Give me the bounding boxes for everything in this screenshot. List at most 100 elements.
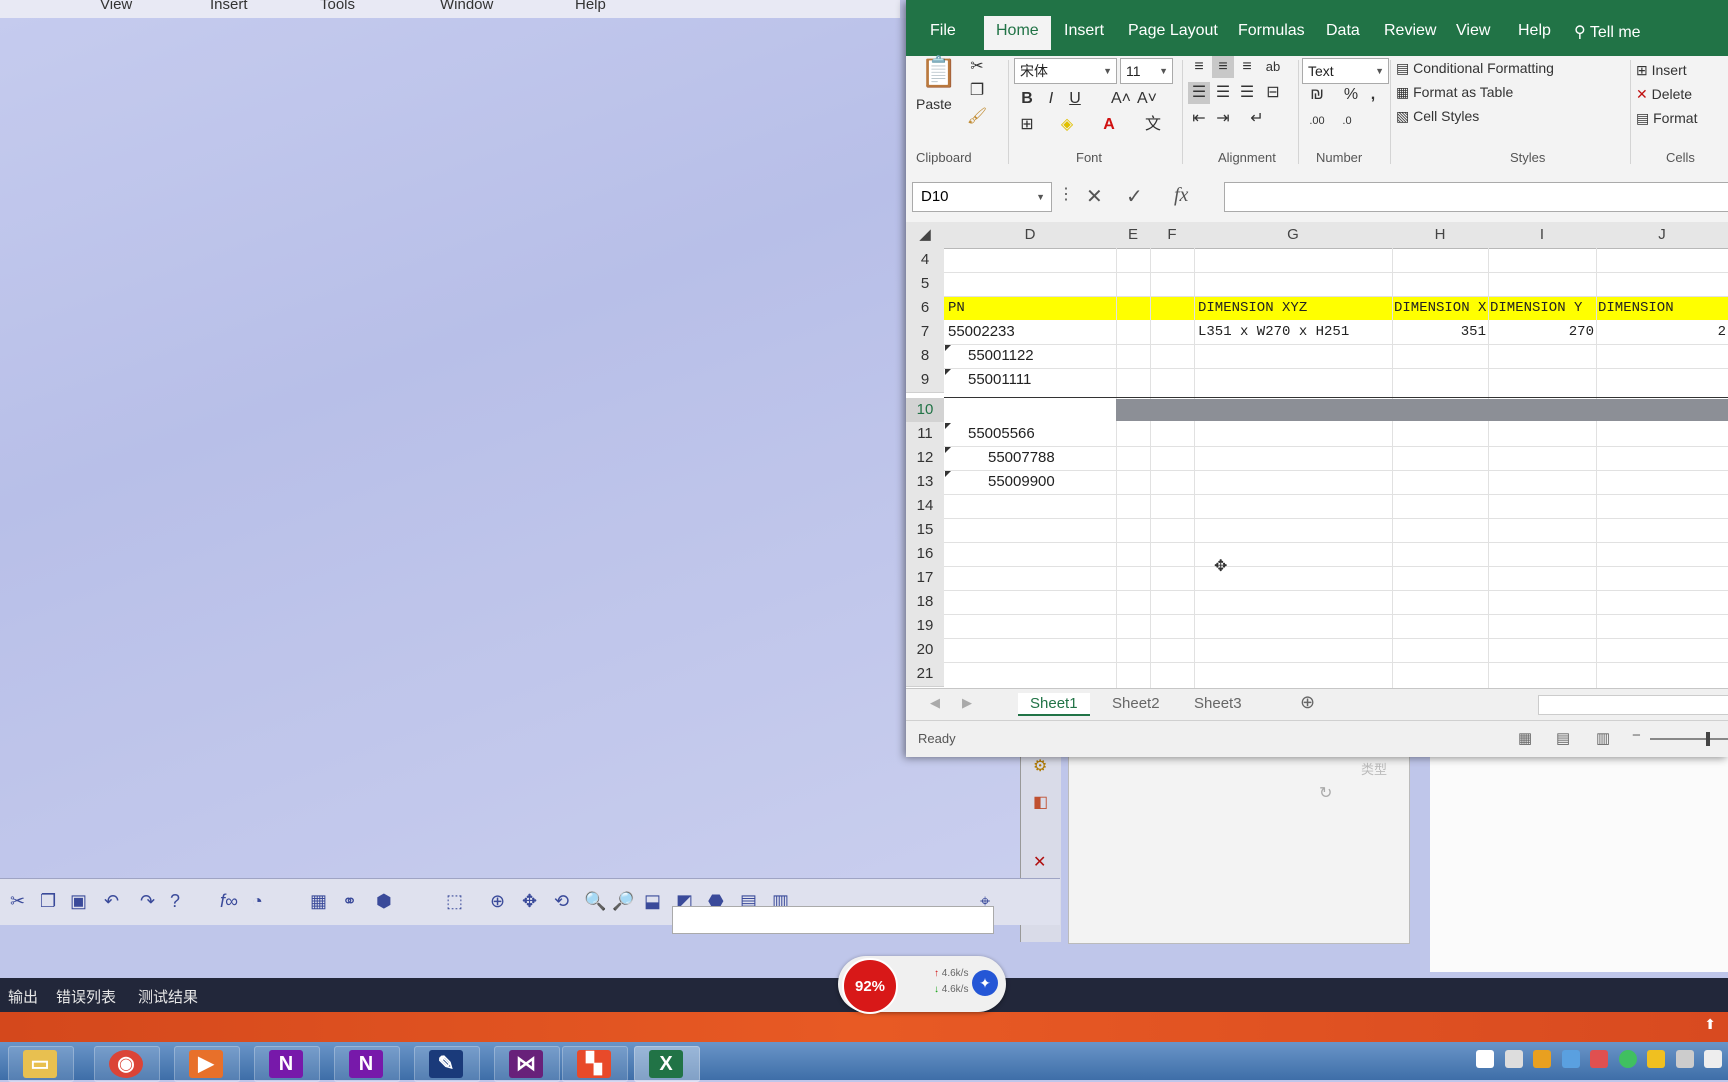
- cad-menu-insert[interactable]: Insert: [210, 0, 248, 13]
- tray-icon[interactable]: [1704, 1050, 1722, 1068]
- cad-menu-tools[interactable]: Tools: [320, 0, 355, 13]
- cut-icon[interactable]: ✂: [966, 56, 988, 78]
- enter-icon[interactable]: ✓: [1126, 184, 1143, 209]
- row-header[interactable]: 16: [906, 542, 944, 567]
- align-center-icon[interactable]: ☰: [1212, 82, 1234, 104]
- tray-icon[interactable]: [1561, 1050, 1580, 1068]
- row-header[interactable]: 17: [906, 566, 944, 591]
- cell-d7[interactable]: 55002233: [948, 320, 1112, 344]
- cut-icon[interactable]: ✂: [10, 891, 25, 912]
- taskbar-excel[interactable]: X: [634, 1046, 700, 1082]
- phonetic-icon[interactable]: 文: [1142, 114, 1164, 136]
- cell-i6[interactable]: DIMENSION Y: [1490, 296, 1596, 320]
- merge-center-icon[interactable]: ⊟: [1262, 82, 1284, 104]
- cell-j7[interactable]: 2: [1598, 320, 1726, 344]
- scroll-up-icon[interactable]: ⬆: [1704, 1016, 1716, 1033]
- redo-icon[interactable]: ↷: [140, 891, 155, 912]
- cad-tool-icon[interactable]: ⚙: [1033, 756, 1047, 776]
- align-right-icon[interactable]: ☰: [1236, 82, 1258, 104]
- cad-tool-icon[interactable]: ✕: [1033, 852, 1046, 872]
- normal-view-icon[interactable]: ⬓: [644, 891, 661, 912]
- row-header[interactable]: 19: [906, 614, 944, 639]
- row-header[interactable]: 6: [906, 296, 944, 321]
- cancel-icon[interactable]: ✕: [1086, 184, 1103, 209]
- tab-data[interactable]: Data: [1326, 22, 1360, 40]
- row-header[interactable]: 11: [906, 422, 944, 447]
- cell-g7[interactable]: L351 x W270 x H251: [1198, 320, 1392, 344]
- cell-d9[interactable]: 55001111: [968, 368, 1112, 392]
- font-color-icon[interactable]: A: [1098, 114, 1120, 136]
- accelerate-icon[interactable]: ✦: [972, 970, 998, 996]
- add-sheet-icon[interactable]: ⊕: [1300, 692, 1315, 713]
- cell-j6[interactable]: DIMENSION: [1598, 296, 1728, 320]
- formula-icon[interactable]: f∞: [220, 891, 238, 912]
- horizontal-scrollbar[interactable]: [1538, 695, 1728, 715]
- copy-icon[interactable]: ❐: [966, 80, 988, 102]
- row-header[interactable]: 15: [906, 518, 944, 543]
- fit-all-icon[interactable]: ⬚: [446, 891, 463, 912]
- decrease-decimal-icon[interactable]: .0: [1336, 110, 1358, 132]
- increase-font-icon[interactable]: A˄: [1110, 88, 1132, 110]
- taskbar-chrome[interactable]: ◉: [94, 1046, 160, 1082]
- cell-d12[interactable]: 55007788: [988, 446, 1112, 470]
- number-format-select[interactable]: Text ▼: [1302, 58, 1389, 84]
- insert-function-icon[interactable]: fx: [1174, 184, 1188, 207]
- worksheet-grid[interactable]: ◢ D E F G H I J 4 5 6 7 8 9 10 11 12 13 …: [906, 222, 1728, 688]
- pan-icon[interactable]: ✥: [522, 891, 537, 912]
- zoom-slider-thumb[interactable]: [1706, 732, 1710, 746]
- tab-review[interactable]: Review: [1384, 22, 1436, 40]
- tab-view[interactable]: View: [1456, 22, 1490, 40]
- zoom-in-icon[interactable]: 🔍: [584, 891, 606, 912]
- zoom-out-icon[interactable]: −: [1632, 727, 1641, 744]
- taskbar-onenote-1[interactable]: N: [254, 1046, 320, 1082]
- accounting-format-icon[interactable]: ₪: [1306, 84, 1328, 106]
- copy-icon[interactable]: ❐: [40, 891, 56, 912]
- borders-icon[interactable]: ⊞: [1016, 114, 1038, 136]
- row-header[interactable]: 20: [906, 638, 944, 663]
- zoom-slider[interactable]: [1650, 738, 1728, 740]
- cell-i7[interactable]: 270: [1490, 320, 1594, 344]
- paste-button[interactable]: Paste: [916, 96, 952, 112]
- scroll-right-icon[interactable]: ▶: [962, 695, 972, 711]
- rotate-icon[interactable]: ⟲: [554, 891, 569, 912]
- tab-page-layout[interactable]: Page Layout: [1128, 22, 1218, 40]
- select-all-button[interactable]: ◢: [906, 222, 945, 249]
- cell-d6[interactable]: PN: [948, 296, 1112, 320]
- paste-icon[interactable]: ▣: [70, 891, 87, 912]
- row-header[interactable]: 12: [906, 446, 944, 471]
- align-middle-icon[interactable]: ≡: [1212, 56, 1234, 78]
- cad-canvas[interactable]: [0, 18, 1020, 878]
- taskbar-media[interactable]: ▶: [174, 1046, 240, 1082]
- conditional-formatting-button[interactable]: ▤ Conditional Formatting: [1396, 60, 1554, 77]
- normal-view-icon[interactable]: ▦: [1518, 729, 1532, 747]
- scroll-left-icon[interactable]: ◀: [930, 695, 940, 711]
- page-break-view-icon[interactable]: ▥: [1596, 729, 1610, 747]
- cell-d11[interactable]: 55005566: [968, 422, 1112, 446]
- column-header-f[interactable]: F: [1150, 222, 1195, 249]
- page-layout-view-icon[interactable]: ▤: [1556, 729, 1570, 747]
- tray-icon[interactable]: [1618, 1050, 1637, 1068]
- format-cells-button[interactable]: ▤ Format: [1636, 110, 1697, 127]
- bold-button[interactable]: B: [1016, 88, 1038, 110]
- row-header[interactable]: 7: [906, 320, 944, 345]
- tab-formulas[interactable]: Formulas: [1238, 22, 1305, 40]
- fill-color-icon[interactable]: ◈: [1056, 114, 1078, 136]
- cad-command-input[interactable]: [672, 906, 994, 934]
- cell-h6[interactable]: DIMENSION X: [1394, 296, 1488, 320]
- tell-me-search[interactable]: ⚲ Tell me: [1574, 22, 1641, 42]
- font-size-select[interactable]: 11 ▼: [1120, 58, 1173, 84]
- column-header-e[interactable]: E: [1116, 222, 1151, 249]
- taskbar-paint[interactable]: ✎: [414, 1046, 480, 1082]
- tray-icon[interactable]: [1647, 1050, 1666, 1068]
- font-name-select[interactable]: 宋体 ▼: [1014, 58, 1117, 84]
- name-box[interactable]: D10 ▼: [912, 182, 1052, 212]
- formula-input[interactable]: [1224, 182, 1728, 212]
- more-options-icon[interactable]: ⋮: [1058, 184, 1074, 204]
- tray-icon[interactable]: [1504, 1050, 1523, 1068]
- align-top-icon[interactable]: ≡: [1188, 56, 1210, 78]
- row-header[interactable]: 9: [906, 368, 944, 393]
- row-header[interactable]: 5: [906, 272, 944, 297]
- tray-icon[interactable]: [1675, 1050, 1694, 1068]
- sheet-tab-3[interactable]: Sheet3: [1182, 693, 1254, 714]
- align-bottom-icon[interactable]: ≡: [1236, 56, 1258, 78]
